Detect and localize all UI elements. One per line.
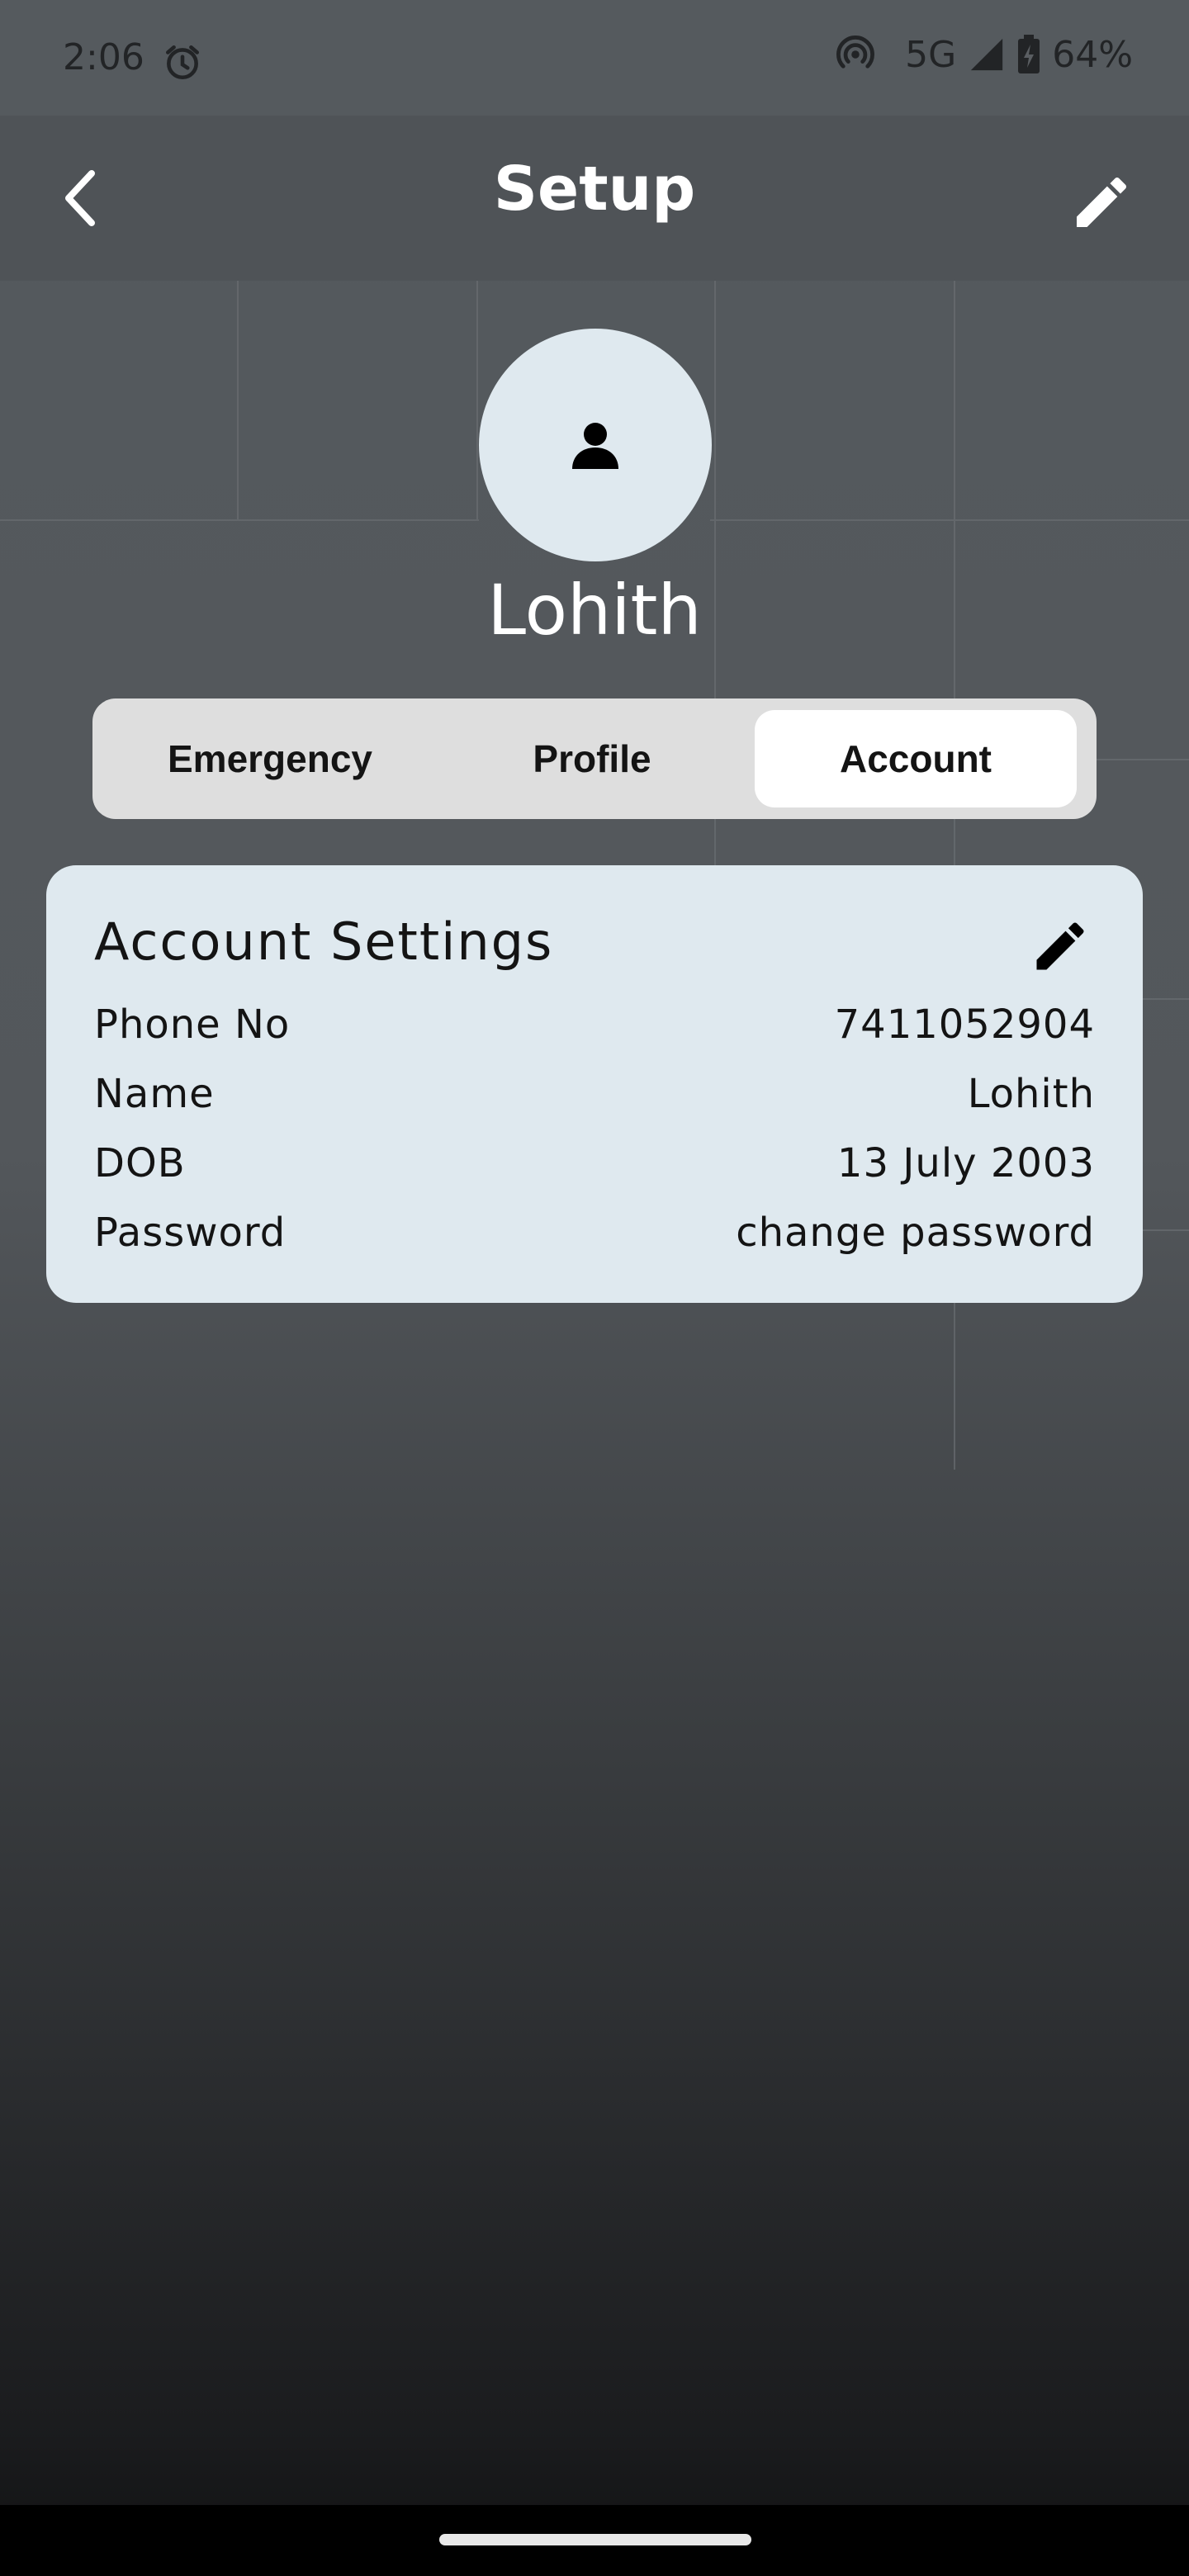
tab-account[interactable]: Account (755, 710, 1077, 807)
pencil-icon (1077, 177, 1127, 227)
setting-row-name: Name Lohith (94, 1065, 1095, 1123)
page-title: Setup (493, 154, 696, 225)
setting-value: 13 July 2003 (836, 1140, 1095, 1186)
setting-value: Lohith (967, 1071, 1095, 1117)
account-settings-card: Account Settings Phone No 7411052904 Nam… (46, 865, 1143, 1303)
setting-label: Name (94, 1071, 215, 1117)
card-title: Account Settings (94, 912, 554, 972)
alarm-icon (166, 45, 199, 80)
pencil-icon (1036, 922, 1084, 970)
setting-row-dob: DOB 13 July 2003 (94, 1134, 1095, 1192)
setting-label: Phone No (94, 1002, 291, 1048)
status-indicators: 5G 64% (834, 33, 1133, 76)
hotspot-icon (836, 35, 875, 69)
setting-row-password: Password change password (94, 1204, 1095, 1262)
home-indicator[interactable] (439, 2534, 751, 2545)
tab-emergency[interactable]: Emergency (126, 710, 414, 807)
setting-label: Password (94, 1210, 287, 1256)
user-name: Lohith (487, 570, 702, 651)
status-time: 2:06 (63, 36, 144, 78)
person-icon (572, 423, 618, 469)
edit-account-button[interactable] (1029, 915, 1092, 978)
tab-bar: Emergency Profile Account (92, 698, 1097, 819)
edit-profile-button[interactable] (1068, 169, 1135, 235)
avatar[interactable] (479, 329, 712, 561)
network-type: 5G (905, 33, 957, 76)
signal-icon (971, 38, 1003, 71)
setting-label: DOB (94, 1140, 186, 1186)
battery-charging-icon (1018, 35, 1040, 73)
setting-value: 7411052904 (834, 1002, 1095, 1048)
status-bar: 2:06 5G 64% (0, 0, 1189, 116)
battery-level: 64% (1052, 33, 1133, 76)
tab-profile[interactable]: Profile (448, 710, 737, 807)
change-password-link[interactable]: change password (736, 1210, 1095, 1256)
setting-row-phone: Phone No 7411052904 (94, 996, 1095, 1054)
